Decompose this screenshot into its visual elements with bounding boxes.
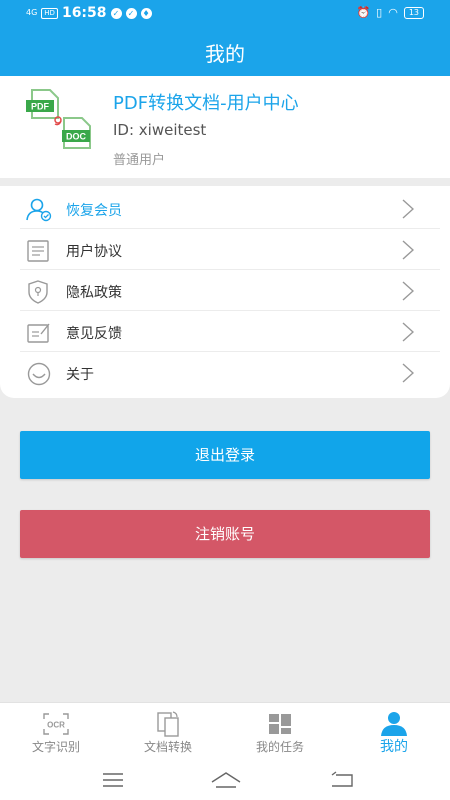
- menu-icon[interactable]: [101, 770, 125, 790]
- battery-icon: 13: [403, 6, 424, 19]
- shield-lock-icon: [28, 280, 48, 304]
- svg-text:DOC: DOC: [66, 132, 87, 142]
- ocr-icon: OCR: [43, 713, 69, 735]
- membership-level: 普通用户: [113, 153, 166, 168]
- vibrate-icon: ▯: [376, 6, 383, 19]
- user-restore-icon: [26, 198, 52, 222]
- grid-icon: [269, 714, 291, 734]
- tab-label: 我的: [380, 739, 408, 755]
- svg-text:OCR: OCR: [47, 721, 65, 730]
- bottom-tab-bar: OCR 文字识别 文档转换 我的任务 我的: [0, 702, 450, 762]
- menu-item-restore-membership[interactable]: 恢复会员: [20, 188, 440, 229]
- document-icon: [27, 240, 49, 262]
- tab-convert[interactable]: 文档转换: [112, 703, 224, 763]
- notification-icon: ♦: [140, 7, 152, 19]
- menu-item-label: 用户协议: [66, 244, 122, 260]
- menu-item-user-agreement[interactable]: 用户协议: [20, 229, 440, 270]
- menu-item-about[interactable]: 关于: [20, 352, 440, 393]
- logout-button[interactable]: 退出登录: [20, 431, 430, 479]
- notification-icon: ✓: [110, 7, 122, 19]
- menu-item-label: 隐私政策: [66, 285, 122, 301]
- app-logo-icon: PDF DOC: [26, 89, 91, 149]
- settings-menu: 恢复会员 用户协议 隐私政策 意见反馈 关于: [0, 186, 450, 398]
- back-icon[interactable]: [330, 770, 356, 790]
- chevron-right-icon: [402, 281, 414, 301]
- chevron-right-icon: [402, 199, 414, 219]
- system-nav-bar: [0, 762, 450, 800]
- page-title: 我的: [205, 42, 245, 66]
- svg-text:PDF: PDF: [31, 102, 50, 112]
- tab-label: 我的任务: [255, 740, 304, 754]
- alarm-icon: ⏰: [356, 6, 371, 19]
- smile-icon: [27, 362, 51, 386]
- chevron-right-icon: [402, 240, 414, 260]
- menu-item-privacy-policy[interactable]: 隐私政策: [20, 270, 440, 311]
- signal-indicator: 4G: [26, 8, 38, 17]
- tab-label: 文档转换: [143, 740, 192, 754]
- chevron-right-icon: [402, 363, 414, 383]
- notification-icon: ✓: [125, 7, 137, 19]
- menu-item-label: 意见反馈: [66, 326, 122, 342]
- convert-icon: [157, 711, 179, 737]
- status-bar: 4G HD 16:58 ✓ ✓ ♦ ⏰ ▯ ◠ 13: [0, 0, 450, 28]
- chevron-right-icon: [402, 322, 414, 342]
- status-time: 16:58: [61, 5, 107, 21]
- menu-item-label: 恢复会员: [66, 203, 122, 219]
- home-icon[interactable]: [210, 770, 242, 790]
- menu-item-label: 关于: [66, 367, 94, 383]
- hd-badge: HD: [41, 7, 58, 19]
- tab-ocr[interactable]: OCR 文字识别: [0, 703, 112, 763]
- wifi-icon: ◠: [388, 6, 398, 19]
- profile-id: ID: xiweitest: [113, 121, 207, 139]
- app-header: 4G HD 16:58 ✓ ✓ ♦ ⏰ ▯ ◠ 13 我的: [0, 0, 450, 76]
- tab-mine[interactable]: 我的: [338, 703, 450, 763]
- profile-name: PDF转换文档-用户中心: [113, 93, 299, 114]
- feedback-icon: [27, 323, 50, 343]
- cancel-account-button[interactable]: 注销账号: [20, 510, 430, 558]
- menu-item-feedback[interactable]: 意见反馈: [20, 311, 440, 352]
- profile-card: PDF DOC PDF转换文档-用户中心 ID: xiweitest 普通用户: [0, 76, 450, 178]
- tab-my-tasks[interactable]: 我的任务: [224, 703, 336, 763]
- tab-label: 文字识别: [31, 740, 80, 754]
- person-icon: [381, 712, 407, 736]
